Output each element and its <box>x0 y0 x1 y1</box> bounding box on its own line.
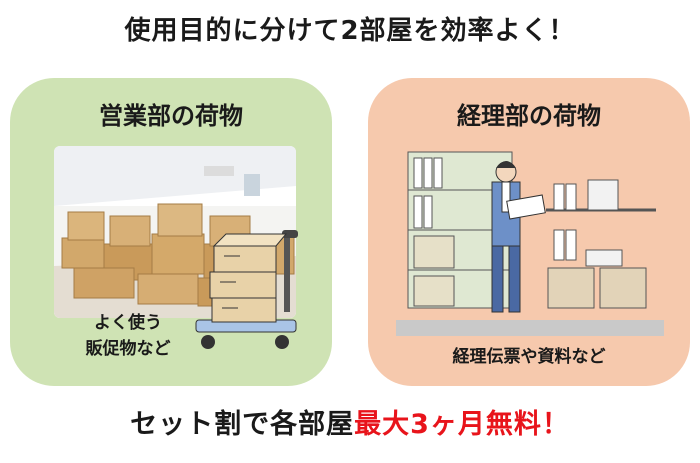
sales-panel: 営業部の荷物 よく使う 販促物など <box>10 78 332 386</box>
footer-promo: セット割で各部屋最大3ヶ月無料！ <box>0 402 700 441</box>
sales-caption-line2: 販促物など <box>85 339 171 359</box>
accounting-caption: 経理伝票や資料など <box>452 347 606 367</box>
headline: 使用目的に分けて2部屋を効率よく！ <box>124 16 576 46</box>
sales-caption: よく使う 販促物など <box>68 310 188 362</box>
footer-highlight: 最大3ヶ月無料！ <box>354 409 570 440</box>
accounting-panel-title: 経理部の荷物 <box>457 102 601 130</box>
footer-lead: セット割で各部屋 <box>130 409 355 440</box>
accounting-panel: 経理部の荷物 経理伝票や資料など <box>368 78 690 386</box>
sales-panel-title: 営業部の荷物 <box>99 102 243 130</box>
hand-truck-illustration <box>195 230 298 349</box>
office-worker-illustration <box>396 151 664 336</box>
sales-caption-line1: よく使う <box>94 313 162 333</box>
